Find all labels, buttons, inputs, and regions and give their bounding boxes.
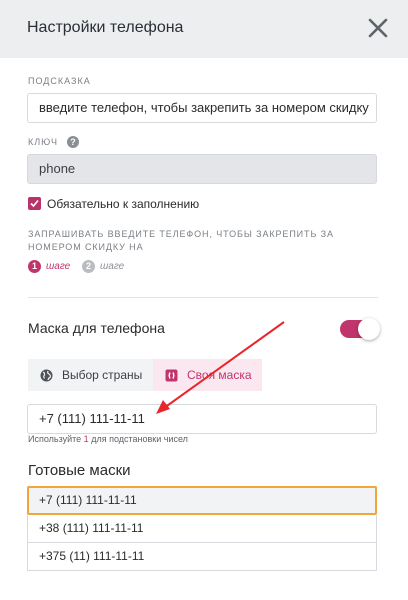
step-1-label: шаге (46, 260, 71, 272)
mask-toggle[interactable] (340, 318, 380, 340)
key-field: phone (27, 154, 377, 184)
ready-masks-list: +7 (111) 111-11-11 +38 (111) 111-11-11 +… (27, 486, 377, 571)
ready-mask-item[interactable]: +375 (11) 111-11-11 (27, 543, 377, 571)
mask-title: Маска для телефона (28, 320, 165, 336)
ready-mask-item[interactable]: +7 (111) 111-11-11 (27, 486, 377, 515)
mask-hint-prefix: Используйте (28, 434, 84, 444)
step-2-number: 2 (82, 259, 95, 273)
step-2-label: шаге (100, 260, 125, 272)
help-icon[interactable]: ? (67, 136, 79, 148)
ready-masks-title: Готовые маски (28, 462, 131, 479)
key-label: Ключ (28, 137, 58, 147)
step-1-number: 1 (28, 259, 41, 273)
required-label[interactable]: Обязательно к заполнению (47, 197, 199, 211)
step-2[interactable]: 2 шаге (82, 259, 124, 273)
step-1[interactable]: 1 шаге (28, 259, 70, 273)
mask-input[interactable]: +7 (111) 111-11-11 (27, 404, 377, 434)
mask-hint-suffix: для подстановки чисел (88, 434, 188, 444)
ready-mask-item[interactable]: +38 (111) 111-11-11 (27, 515, 377, 543)
hint-label: Подсказка (28, 76, 91, 86)
close-icon[interactable] (367, 17, 389, 39)
panel-header: Настройки телефона (0, 0, 408, 58)
mask-hint: Используйте 1 для подстановки чисел (28, 434, 188, 444)
ask-text: Запрашивать введите телефон, чтобы закре… (28, 229, 334, 252)
section-divider (28, 297, 378, 298)
tab-country-select[interactable]: Выбор страны (28, 359, 153, 391)
tab-country-label: Выбор страны (62, 368, 143, 382)
panel-title: Настройки телефона (27, 19, 184, 36)
hint-input[interactable]: введите телефон, чтобы закрепить за номе… (27, 93, 377, 123)
toggle-knob (358, 318, 380, 340)
globe-icon (40, 369, 53, 381)
brackets-icon (165, 369, 178, 381)
tab-own-label: Своя маска (187, 368, 252, 382)
check-icon (30, 199, 39, 208)
tab-own-mask[interactable]: Своя маска (153, 359, 262, 391)
required-checkbox[interactable] (28, 197, 41, 210)
